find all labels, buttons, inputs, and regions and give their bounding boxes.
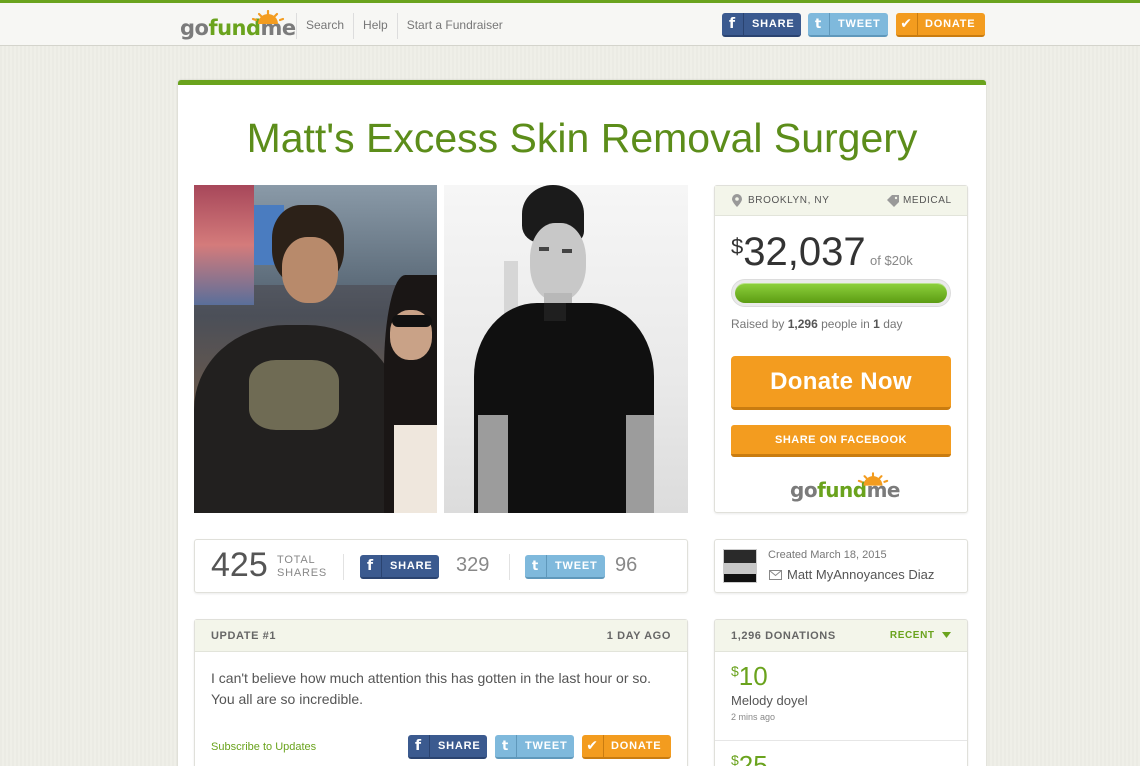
caret-down-icon bbox=[942, 632, 951, 638]
after-photo[interactable] bbox=[444, 185, 688, 513]
facebook-icon: f bbox=[360, 555, 382, 577]
subscribe-link[interactable]: Subscribe to Updates bbox=[211, 741, 316, 753]
nav-start-fundraiser[interactable]: Start a Fundraiser bbox=[396, 13, 512, 39]
update-time: 1 DAY AGO bbox=[606, 630, 671, 642]
update-donate-button[interactable]: ✔ DONATE bbox=[582, 735, 671, 759]
divider bbox=[343, 554, 344, 580]
progress-bar bbox=[731, 279, 951, 307]
shares-facebook-button[interactable]: f SHARE bbox=[360, 555, 439, 579]
gofundme-logo[interactable]: gofundme bbox=[180, 10, 296, 40]
donation-amount: $10 bbox=[731, 661, 768, 691]
twitter-icon: t bbox=[525, 555, 547, 577]
campaign-title: Matt's Excess Skin Removal Surgery bbox=[246, 115, 918, 161]
donor-name: Melody doyel bbox=[731, 693, 808, 708]
update-label: UPDATE #1 bbox=[211, 630, 277, 642]
update-panel: UPDATE #1 1 DAY AGO I can't believe how … bbox=[194, 619, 688, 766]
donations-header: 1,296 DONATIONS RECENT bbox=[715, 620, 967, 652]
twitter-icon: t bbox=[808, 13, 830, 35]
sort-dropdown[interactable]: RECENT bbox=[890, 630, 951, 641]
header-share-button[interactable]: f SHARE bbox=[722, 13, 801, 37]
donations-count: 1,296 DONATIONS bbox=[731, 630, 836, 642]
before-photo[interactable] bbox=[194, 185, 437, 513]
check-icon: ✔ bbox=[896, 13, 918, 35]
amount-raised: $32,037 of $20k bbox=[731, 230, 913, 274]
donate-now-button[interactable]: Donate Now bbox=[731, 356, 951, 410]
twitter-icon: t bbox=[495, 735, 517, 757]
goal-text: of $20k bbox=[870, 253, 913, 268]
update-share-button[interactable]: f SHARE bbox=[408, 735, 487, 759]
raised-value: 32,037 bbox=[743, 230, 866, 274]
campaign-location[interactable]: BROOKLYN, NY bbox=[748, 195, 829, 206]
sun-logo-icon bbox=[857, 472, 889, 486]
campaign-card: Matt's Excess Skin Removal Surgery BROOK… bbox=[178, 80, 986, 766]
envelope-icon[interactable] bbox=[769, 570, 782, 580]
facebook-share-count: 329 bbox=[456, 554, 490, 576]
check-icon: ✔ bbox=[582, 735, 604, 757]
total-shares-label: TOTAL SHARES bbox=[277, 554, 328, 579]
header-tweet-button[interactable]: t TWEET bbox=[808, 13, 888, 37]
progress-fill bbox=[735, 283, 947, 303]
organizer-avatar[interactable] bbox=[723, 549, 757, 583]
header-donate-button[interactable]: ✔ DONATE bbox=[896, 13, 985, 37]
organizer-name[interactable]: Matt MyAnnoyances Diaz bbox=[787, 567, 934, 582]
facebook-icon: f bbox=[722, 13, 744, 35]
sun-logo-icon bbox=[251, 10, 285, 24]
nav-search[interactable]: Search bbox=[296, 13, 353, 39]
donation-stats-panel: BROOKLYN, NY MEDICAL $32,037 of $20k Rai… bbox=[714, 185, 968, 513]
created-date: Created March 18, 2015 bbox=[768, 549, 887, 561]
donation-amount: $25 bbox=[731, 750, 768, 766]
share-on-facebook-button[interactable]: SHARE ON FACEBOOK bbox=[731, 425, 951, 457]
location-pin-icon bbox=[732, 194, 742, 207]
donation-item: $10 Melody doyel 2 mins ago bbox=[715, 653, 967, 741]
campaign-category[interactable]: MEDICAL bbox=[903, 195, 952, 206]
facebook-icon: f bbox=[408, 735, 430, 757]
top-bar: gofundme Search Help Start a Fundraiser … bbox=[0, 0, 1140, 46]
donation-time: 2 mins ago bbox=[731, 712, 776, 722]
organizer-panel: Created March 18, 2015 Matt MyAnnoyances… bbox=[714, 539, 968, 593]
stats-meta-bar: BROOKLYN, NY MEDICAL bbox=[715, 186, 967, 216]
gofundme-panel-logo: gofundme bbox=[790, 472, 900, 502]
total-shares-count: 425 bbox=[211, 546, 268, 584]
shares-tweet-button[interactable]: t TWEET bbox=[525, 555, 605, 579]
divider bbox=[509, 554, 510, 580]
tweet-count: 96 bbox=[615, 554, 638, 576]
update-text: I can't believe how much attention this … bbox=[211, 670, 652, 707]
update-tweet-button[interactable]: t TWEET bbox=[495, 735, 574, 759]
donation-item: $25 bbox=[715, 742, 967, 766]
tag-icon bbox=[887, 195, 899, 207]
donations-panel: 1,296 DONATIONS RECENT $10 Melody doyel … bbox=[714, 619, 968, 766]
update-header: UPDATE #1 1 DAY AGO bbox=[195, 620, 687, 652]
raised-by-text: Raised by 1,296 people in 1 day bbox=[731, 317, 903, 331]
shares-panel: 425 TOTAL SHARES f SHARE 329 t TWEET 96 bbox=[194, 539, 688, 593]
top-nav: Search Help Start a Fundraiser bbox=[296, 13, 512, 39]
nav-help[interactable]: Help bbox=[353, 13, 397, 39]
